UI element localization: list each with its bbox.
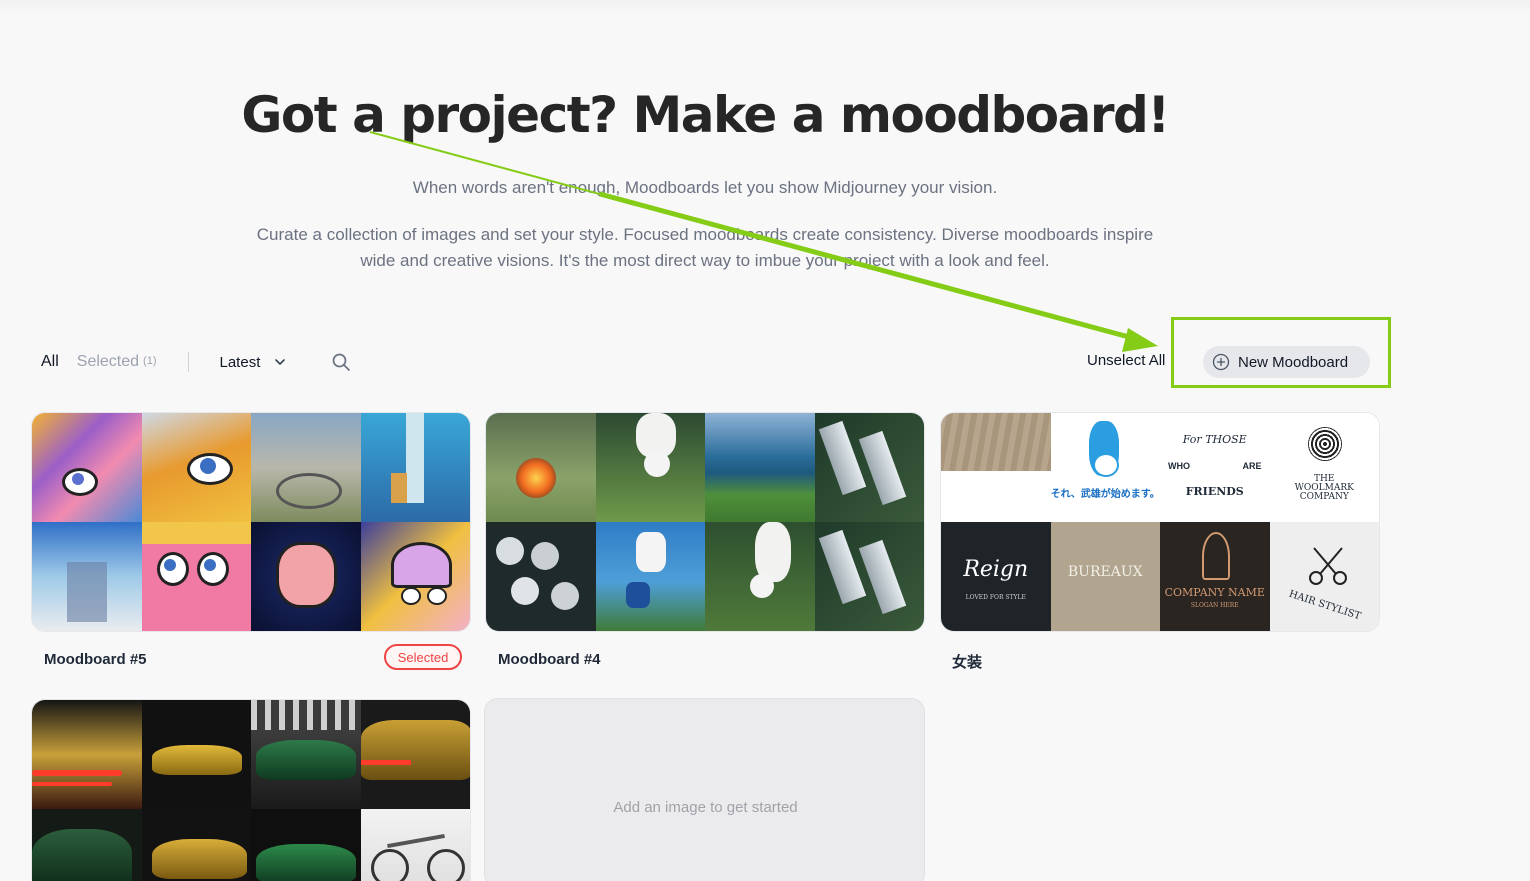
logo-text: LOVED FOR STYLE: [965, 594, 1026, 601]
preview-image: [141, 413, 251, 522]
preview-image: [251, 809, 361, 881]
tab-all[interactable]: All: [41, 353, 59, 371]
moodboards-page: Got a project? Make a moodboard! When wo…: [0, 0, 1530, 881]
moodboard-name[interactable]: Moodboard #4: [498, 651, 601, 668]
scissors-icon: [1308, 547, 1347, 585]
annotation-highlight-box: [1171, 317, 1391, 388]
logo-text: Reign: [963, 557, 1029, 582]
logo-text: BUREAUX: [1067, 564, 1143, 580]
chevron-down-icon: [275, 359, 286, 366]
preview-image: For THOSE WHO ARE FRIENDS: [1160, 413, 1270, 522]
preview-image: それ、武雄が始めます。: [1050, 413, 1160, 522]
page-title: Got a project? Make a moodboard!: [241, 86, 1170, 144]
moodboard-preview[interactable]: それ、武雄が始めます。 For THOSE WHO ARE FRIENDS TH…: [940, 412, 1380, 632]
preview-image: [360, 522, 470, 631]
preview-image: [141, 522, 251, 631]
selected-badge: Selected: [384, 644, 462, 670]
page-description: Curate a collection of images and set yo…: [256, 225, 1154, 270]
preview-image: [595, 522, 705, 631]
top-bar: [0, 0, 1530, 14]
preview-image: [32, 700, 142, 809]
preview-image: [360, 700, 470, 809]
moodboard-name[interactable]: 女装: [952, 651, 982, 672]
logo-text: SLOGAN HERE: [1190, 602, 1239, 609]
page-subtitle: When words aren't enough, Moodboards let…: [412, 178, 998, 197]
preview-image: [251, 413, 361, 522]
logo-text: FRIENDS: [1185, 485, 1244, 498]
selected-count: (1): [143, 355, 157, 367]
moodboard-card[interactable]: それ、武雄が始めます。 For THOSE WHO ARE FRIENDS TH…: [940, 412, 1380, 671]
preview-image: [705, 522, 815, 631]
preview-image: [32, 413, 142, 522]
preview-image: [251, 700, 361, 809]
moodboard-preview[interactable]: [31, 412, 471, 632]
empty-state-text: Add an image to get started: [613, 799, 798, 816]
tab-selected[interactable]: Selected (1): [77, 353, 157, 371]
preview-image: BUREAUX: [1050, 522, 1160, 631]
moodboard-preview[interactable]: [31, 699, 471, 881]
logo-text: THE WOOLMARK COMPANY: [1294, 474, 1354, 502]
preview-image: [360, 809, 470, 881]
logo-text: WHO: [1168, 461, 1190, 471]
sort-dropdown[interactable]: Latest: [220, 354, 287, 371]
sort-label: Latest: [219, 353, 261, 371]
filter-divider: [187, 352, 189, 372]
preview-image: COMPANY NAME SLOGAN HERE: [1160, 522, 1270, 631]
search-icon[interactable]: [331, 352, 351, 372]
preview-image: [486, 413, 596, 522]
preview-image: [141, 700, 251, 809]
preview-image: [595, 413, 705, 522]
preview-image: [360, 413, 470, 522]
logo-text: For THOSE: [1182, 433, 1247, 446]
unselect-all-button[interactable]: Unselect All: [1087, 352, 1165, 369]
logo-text: COMPANY NAME: [1164, 586, 1265, 599]
preview-image: [32, 522, 142, 631]
logo-text: ARE: [1242, 461, 1262, 471]
preview-image: Reign LOVED FOR STYLE: [941, 522, 1051, 631]
logo-text: HAIR STYLIST: [1286, 588, 1362, 623]
moodboard-card[interactable]: [31, 699, 471, 881]
empty-moodboard-card[interactable]: Add an image to get started: [484, 698, 925, 881]
moodboard-preview[interactable]: [485, 412, 925, 632]
preview-image: HAIR STYLIST: [1269, 522, 1379, 631]
preview-image: [486, 522, 596, 631]
preview-image: [814, 413, 924, 522]
preview-image: [705, 413, 815, 522]
preview-image: [32, 809, 142, 881]
preview-image: [814, 522, 924, 631]
moodboard-name[interactable]: Moodboard #5: [44, 651, 147, 668]
preview-image: [141, 809, 251, 881]
tab-selected-label: Selected: [76, 353, 140, 370]
preview-image: [251, 522, 361, 631]
preview-image: THE WOOLMARK COMPANY: [1269, 413, 1379, 522]
filter-bar: All Selected (1) Latest: [41, 350, 351, 374]
logo-text: それ、武雄が始めます。: [1050, 489, 1160, 500]
preview-image: [941, 413, 1051, 522]
moodboard-card[interactable]: Moodboard #4: [485, 412, 925, 668]
moodboard-card[interactable]: Moodboard #5 Selected: [31, 412, 471, 670]
